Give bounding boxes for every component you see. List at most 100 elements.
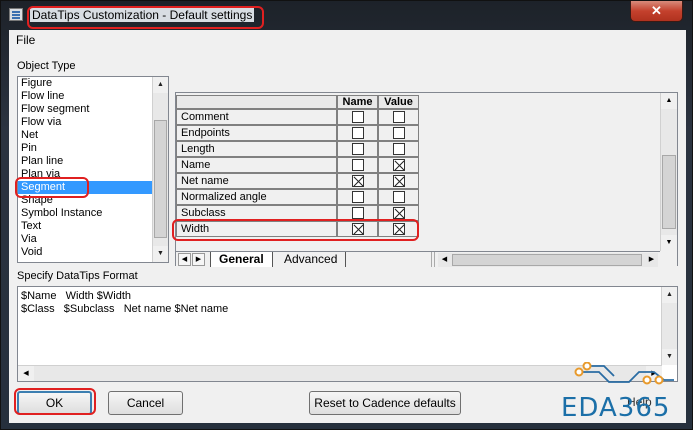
format-label: Specify DataTips Format [17,270,138,282]
menu-file[interactable]: File [16,33,35,47]
grid-cell-value [378,221,419,237]
scroll-thumb[interactable] [662,155,676,229]
grid-row: Comment [176,109,419,125]
reset-defaults-button[interactable]: Reset to Cadence defaults [309,391,461,415]
grid-row: Endpoints [176,125,419,141]
scroll-thumb[interactable] [452,254,642,266]
name-checkbox[interactable] [352,159,364,171]
tab-advanced[interactable]: Advanced [276,252,347,267]
grid-cell-name [337,109,378,125]
tab-general[interactable]: General [210,252,273,267]
object-type-item[interactable]: Figure [18,77,152,90]
scroll-up-icon[interactable]: ▲ [662,287,677,303]
column-header-value[interactable]: Value [378,95,419,109]
grid-row-label: Normalized angle [176,189,337,205]
grid-row-label: Width [176,221,337,237]
object-type-item[interactable]: Via [18,233,152,246]
grid-cell-name [337,221,378,237]
grid-row-label: Endpoints [176,125,337,141]
app-icon [9,8,23,21]
value-checkbox[interactable] [393,175,405,187]
column-header-name[interactable]: Name [337,95,378,109]
value-checkbox[interactable] [393,207,405,219]
grid-row: Length [176,141,419,157]
object-type-item[interactable]: Plan line [18,155,152,168]
grid-cell-value [378,141,419,157]
name-checkbox[interactable] [352,175,364,187]
format-vertical-scrollbar[interactable]: ▲ ▼ [661,287,677,365]
object-type-item[interactable]: Net [18,129,152,142]
object-type-item[interactable]: Symbol Instance [18,207,152,220]
scroll-right-icon[interactable]: ▶ [645,253,658,267]
name-checkbox[interactable] [352,207,364,219]
value-checkbox[interactable] [393,223,405,235]
scroll-down-icon[interactable]: ▼ [661,235,677,251]
grid-cell-name [337,141,378,157]
grid-row: Normalized angle [176,189,419,205]
object-type-item[interactable]: Text [18,220,152,233]
dialog-window: DataTips Customization - Default setting… [0,0,693,430]
tab-prev-icon[interactable]: ◀ [178,253,191,266]
name-checkbox[interactable] [352,223,364,235]
scroll-left-icon[interactable]: ◀ [18,366,34,381]
object-type-item[interactable]: Flow via [18,116,152,129]
object-type-item[interactable]: Flow line [18,90,152,103]
tab-next-icon[interactable]: ▶ [192,253,205,266]
object-type-item[interactable]: Segment [18,181,152,194]
object-type-label: Object Type [17,60,76,72]
grid-row-label: Length [176,141,337,157]
menu-bar: File [9,30,686,50]
grid-cell-value [378,189,419,205]
scroll-up-icon[interactable]: ▲ [661,93,677,109]
tab-splitter[interactable] [431,252,435,267]
object-type-item[interactable]: Void [18,246,152,259]
name-checkbox[interactable] [352,127,364,139]
grid-cell-name [337,189,378,205]
name-checkbox[interactable] [352,143,364,155]
grid-cell-name [337,205,378,221]
grid-row: Name [176,157,419,173]
cancel-button[interactable]: Cancel [108,391,183,415]
object-type-scrollbar[interactable]: ▲ ▼ [152,77,168,262]
scroll-thumb[interactable] [154,120,167,238]
grid-row: Net name [176,173,419,189]
format-line-2: $Class $Subclass Net name $Net name [21,303,229,315]
grid-horizontal-scrollbar[interactable]: ◀ ▶ [438,253,658,267]
value-checkbox[interactable] [393,111,405,123]
title-bar[interactable]: DataTips Customization - Default setting… [1,1,693,29]
properties-grid-panel: Name Value Comment Endpoints Length Name Net… [175,92,678,267]
grid-corner-header [176,95,337,109]
watermark-text: EDA365 [561,393,671,423]
object-type-item[interactable]: Shape [18,194,152,207]
grid-row-label: Subclass [176,205,337,221]
value-checkbox[interactable] [393,191,405,203]
grid-cell-name [337,173,378,189]
scroll-up-icon[interactable]: ▲ [153,77,168,93]
grid-row-label: Name [176,157,337,173]
scroll-down-icon[interactable]: ▼ [153,246,168,262]
object-type-list[interactable]: Figure Flow line Flow segment Flow via Net Pi… [17,76,169,263]
value-checkbox[interactable] [393,159,405,171]
object-type-item[interactable]: Flow segment [18,103,152,116]
name-checkbox[interactable] [352,111,364,123]
object-type-item[interactable]: Pin [18,142,152,155]
scroll-left-icon[interactable]: ◀ [438,253,451,267]
sheet-tab-bar: ◀ ▶ General Advanced ◀ ▶ [176,251,660,267]
object-type-item[interactable]: Plan via [18,168,152,181]
properties-grid: Name Value Comment Endpoints Length Name Net… [176,93,660,251]
scroll-corner [660,251,677,267]
grid-cell-name [337,125,378,141]
grid-row-label: Comment [176,109,337,125]
value-checkbox[interactable] [393,143,405,155]
grid-vertical-scrollbar[interactable]: ▲ ▼ [660,93,677,251]
close-button[interactable]: ✕ [630,1,683,22]
format-line-1: $Name Width $Width [21,290,132,302]
grid-row: Subclass [176,205,419,221]
grid-cell-name [337,157,378,173]
grid-cell-value [378,205,419,221]
ok-button[interactable]: OK [17,391,92,415]
grid-row: Width [176,221,419,237]
name-checkbox[interactable] [352,191,364,203]
value-checkbox[interactable] [393,127,405,139]
grid-cell-value [378,157,419,173]
